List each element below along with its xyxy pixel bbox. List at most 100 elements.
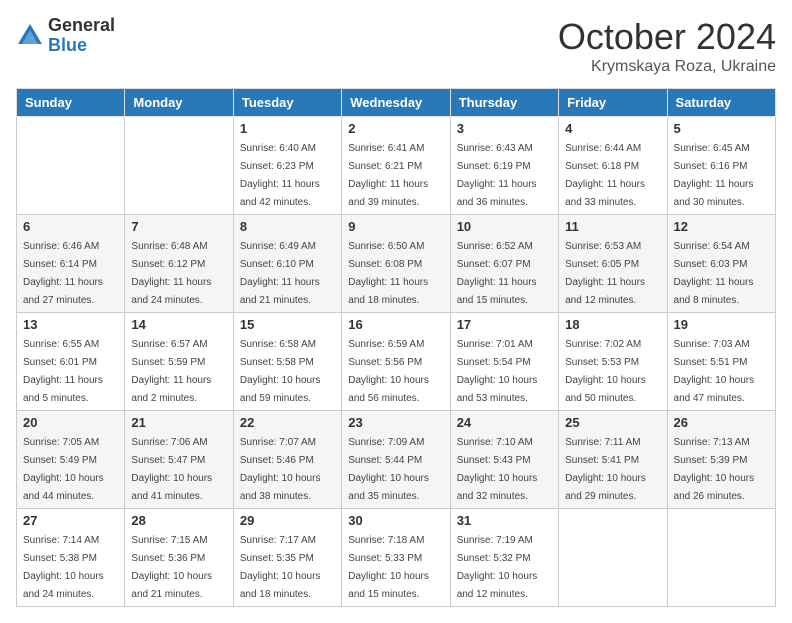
day-number: 4 xyxy=(565,121,660,136)
day-number: 24 xyxy=(457,415,552,430)
day-info: Sunrise: 6:50 AMSunset: 6:08 PMDaylight:… xyxy=(348,241,428,306)
day-number: 3 xyxy=(457,121,552,136)
header-friday: Friday xyxy=(559,89,667,117)
day-cell: 29 Sunrise: 7:17 AMSunset: 5:35 PMDaylig… xyxy=(233,509,341,607)
logo-blue: Blue xyxy=(48,36,115,56)
day-cell: 22 Sunrise: 7:07 AMSunset: 5:46 PMDaylig… xyxy=(233,411,341,509)
logo: General Blue xyxy=(16,16,115,56)
day-cell: 25 Sunrise: 7:11 AMSunset: 5:41 PMDaylig… xyxy=(559,411,667,509)
day-info: Sunrise: 7:13 AMSunset: 5:39 PMDaylight:… xyxy=(674,437,755,502)
day-cell: 24 Sunrise: 7:10 AMSunset: 5:43 PMDaylig… xyxy=(450,411,558,509)
day-cell: 9 Sunrise: 6:50 AMSunset: 6:08 PMDayligh… xyxy=(342,215,450,313)
week-row-1: 6 Sunrise: 6:46 AMSunset: 6:14 PMDayligh… xyxy=(17,215,776,313)
day-info: Sunrise: 7:15 AMSunset: 5:36 PMDaylight:… xyxy=(131,535,212,600)
day-cell: 17 Sunrise: 7:01 AMSunset: 5:54 PMDaylig… xyxy=(450,313,558,411)
day-number: 16 xyxy=(348,317,443,332)
day-info: Sunrise: 7:18 AMSunset: 5:33 PMDaylight:… xyxy=(348,535,429,600)
day-info: Sunrise: 6:46 AMSunset: 6:14 PMDaylight:… xyxy=(23,241,103,306)
day-number: 9 xyxy=(348,219,443,234)
header-sunday: Sunday xyxy=(17,89,125,117)
day-number: 31 xyxy=(457,513,552,528)
day-info: Sunrise: 7:05 AMSunset: 5:49 PMDaylight:… xyxy=(23,437,104,502)
day-number: 5 xyxy=(674,121,769,136)
header-wednesday: Wednesday xyxy=(342,89,450,117)
day-cell: 4 Sunrise: 6:44 AMSunset: 6:18 PMDayligh… xyxy=(559,117,667,215)
day-number: 26 xyxy=(674,415,769,430)
day-info: Sunrise: 6:55 AMSunset: 6:01 PMDaylight:… xyxy=(23,339,103,404)
day-number: 6 xyxy=(23,219,118,234)
day-number: 21 xyxy=(131,415,226,430)
page-header: General Blue October 2024 Krymskaya Roza… xyxy=(16,16,776,76)
day-number: 19 xyxy=(674,317,769,332)
header-tuesday: Tuesday xyxy=(233,89,341,117)
calendar-header-row: SundayMondayTuesdayWednesdayThursdayFrid… xyxy=(17,89,776,117)
day-info: Sunrise: 6:59 AMSunset: 5:56 PMDaylight:… xyxy=(348,339,429,404)
day-number: 15 xyxy=(240,317,335,332)
week-row-3: 20 Sunrise: 7:05 AMSunset: 5:49 PMDaylig… xyxy=(17,411,776,509)
day-info: Sunrise: 6:57 AMSunset: 5:59 PMDaylight:… xyxy=(131,339,211,404)
day-number: 20 xyxy=(23,415,118,430)
day-info: Sunrise: 7:17 AMSunset: 5:35 PMDaylight:… xyxy=(240,535,321,600)
day-number: 22 xyxy=(240,415,335,430)
day-cell: 2 Sunrise: 6:41 AMSunset: 6:21 PMDayligh… xyxy=(342,117,450,215)
day-info: Sunrise: 6:41 AMSunset: 6:21 PMDaylight:… xyxy=(348,143,428,208)
day-info: Sunrise: 6:44 AMSunset: 6:18 PMDaylight:… xyxy=(565,143,645,208)
day-info: Sunrise: 6:53 AMSunset: 6:05 PMDaylight:… xyxy=(565,241,645,306)
day-cell xyxy=(559,509,667,607)
day-info: Sunrise: 7:06 AMSunset: 5:47 PMDaylight:… xyxy=(131,437,212,502)
week-row-0: 1 Sunrise: 6:40 AMSunset: 6:23 PMDayligh… xyxy=(17,117,776,215)
day-info: Sunrise: 6:49 AMSunset: 6:10 PMDaylight:… xyxy=(240,241,320,306)
day-info: Sunrise: 6:52 AMSunset: 6:07 PMDaylight:… xyxy=(457,241,537,306)
day-info: Sunrise: 6:45 AMSunset: 6:16 PMDaylight:… xyxy=(674,143,754,208)
day-number: 12 xyxy=(674,219,769,234)
day-info: Sunrise: 6:40 AMSunset: 6:23 PMDaylight:… xyxy=(240,143,320,208)
day-cell: 5 Sunrise: 6:45 AMSunset: 6:16 PMDayligh… xyxy=(667,117,775,215)
logo-icon xyxy=(16,22,44,50)
day-cell: 30 Sunrise: 7:18 AMSunset: 5:33 PMDaylig… xyxy=(342,509,450,607)
day-info: Sunrise: 7:09 AMSunset: 5:44 PMDaylight:… xyxy=(348,437,429,502)
day-number: 2 xyxy=(348,121,443,136)
logo-general: General xyxy=(48,16,115,36)
day-cell xyxy=(667,509,775,607)
day-info: Sunrise: 6:48 AMSunset: 6:12 PMDaylight:… xyxy=(131,241,211,306)
day-number: 8 xyxy=(240,219,335,234)
day-info: Sunrise: 7:10 AMSunset: 5:43 PMDaylight:… xyxy=(457,437,538,502)
day-cell: 23 Sunrise: 7:09 AMSunset: 5:44 PMDaylig… xyxy=(342,411,450,509)
day-info: Sunrise: 6:58 AMSunset: 5:58 PMDaylight:… xyxy=(240,339,321,404)
day-number: 23 xyxy=(348,415,443,430)
day-cell: 6 Sunrise: 6:46 AMSunset: 6:14 PMDayligh… xyxy=(17,215,125,313)
day-cell: 1 Sunrise: 6:40 AMSunset: 6:23 PMDayligh… xyxy=(233,117,341,215)
day-cell: 21 Sunrise: 7:06 AMSunset: 5:47 PMDaylig… xyxy=(125,411,233,509)
day-info: Sunrise: 7:19 AMSunset: 5:32 PMDaylight:… xyxy=(457,535,538,600)
day-info: Sunrise: 6:43 AMSunset: 6:19 PMDaylight:… xyxy=(457,143,537,208)
day-number: 29 xyxy=(240,513,335,528)
day-info: Sunrise: 7:01 AMSunset: 5:54 PMDaylight:… xyxy=(457,339,538,404)
week-row-2: 13 Sunrise: 6:55 AMSunset: 6:01 PMDaylig… xyxy=(17,313,776,411)
day-info: Sunrise: 7:02 AMSunset: 5:53 PMDaylight:… xyxy=(565,339,646,404)
day-number: 13 xyxy=(23,317,118,332)
day-number: 10 xyxy=(457,219,552,234)
day-number: 28 xyxy=(131,513,226,528)
day-info: Sunrise: 7:07 AMSunset: 5:46 PMDaylight:… xyxy=(240,437,321,502)
title-block: October 2024 Krymskaya Roza, Ukraine xyxy=(558,16,776,76)
month-title: October 2024 xyxy=(558,16,776,58)
day-info: Sunrise: 7:11 AMSunset: 5:41 PMDaylight:… xyxy=(565,437,646,502)
day-number: 7 xyxy=(131,219,226,234)
day-cell: 18 Sunrise: 7:02 AMSunset: 5:53 PMDaylig… xyxy=(559,313,667,411)
week-row-4: 27 Sunrise: 7:14 AMSunset: 5:38 PMDaylig… xyxy=(17,509,776,607)
day-cell: 14 Sunrise: 6:57 AMSunset: 5:59 PMDaylig… xyxy=(125,313,233,411)
location: Krymskaya Roza, Ukraine xyxy=(558,58,776,76)
day-cell: 20 Sunrise: 7:05 AMSunset: 5:49 PMDaylig… xyxy=(17,411,125,509)
day-number: 1 xyxy=(240,121,335,136)
logo-text: General Blue xyxy=(48,16,115,56)
day-cell: 28 Sunrise: 7:15 AMSunset: 5:36 PMDaylig… xyxy=(125,509,233,607)
header-monday: Monday xyxy=(125,89,233,117)
day-number: 11 xyxy=(565,219,660,234)
day-cell: 19 Sunrise: 7:03 AMSunset: 5:51 PMDaylig… xyxy=(667,313,775,411)
day-cell: 16 Sunrise: 6:59 AMSunset: 5:56 PMDaylig… xyxy=(342,313,450,411)
day-number: 17 xyxy=(457,317,552,332)
day-number: 27 xyxy=(23,513,118,528)
day-cell: 10 Sunrise: 6:52 AMSunset: 6:07 PMDaylig… xyxy=(450,215,558,313)
day-number: 14 xyxy=(131,317,226,332)
day-cell: 27 Sunrise: 7:14 AMSunset: 5:38 PMDaylig… xyxy=(17,509,125,607)
